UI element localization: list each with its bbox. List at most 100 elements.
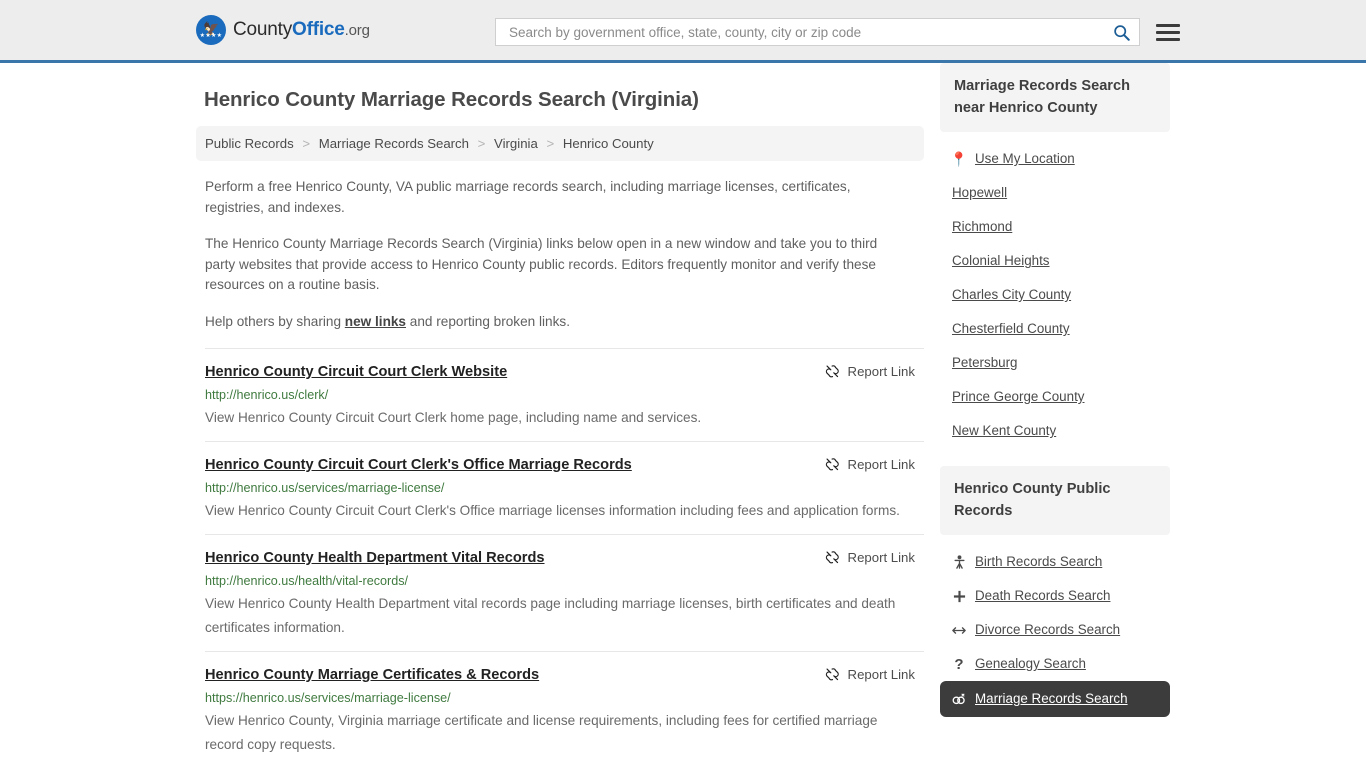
search-input[interactable] [507, 23, 1111, 41]
map-pin-icon: 📍 [950, 150, 968, 167]
new-links-link[interactable]: new links [345, 314, 406, 329]
page-title: Henrico County Marriage Records Search (… [204, 88, 699, 111]
listing-url: https://henrico.us/services/marriage-lic… [205, 691, 451, 705]
listing-item: Henrico County Circuit Court Clerk's Off… [205, 441, 924, 534]
intro-paragraph-2: The Henrico County Marriage Records Sear… [205, 236, 878, 292]
broken-link-icon [825, 458, 839, 471]
listing-item: Henrico County Circuit Court Clerk Websi… [205, 348, 924, 441]
eagle-seal-icon: 🦅 ★★★★ [196, 15, 226, 45]
broken-link-icon [825, 365, 839, 378]
intro-paragraph-3: Help others by sharing new links and rep… [205, 312, 905, 333]
sidebar-item-birth-records-search[interactable]: Birth Records Search [940, 545, 1170, 579]
logo-text-county: County [233, 19, 293, 40]
logo-text: CountyOffice.org [233, 19, 370, 41]
breadcrumb-item-virginia[interactable]: Virginia [494, 136, 538, 151]
listing-url: http://henrico.us/services/marriage-lice… [205, 481, 445, 495]
listing-header: Henrico County Circuit Court Clerk Websi… [205, 362, 924, 382]
sidebar-link-label[interactable]: Petersburg [952, 354, 1018, 372]
sidebar: Marriage Records Search near Henrico Cou… [940, 63, 1170, 735]
listing-header: Henrico County Marriage Certificates & R… [205, 665, 924, 685]
sidebar-link-label[interactable]: Prince George County [952, 388, 1085, 406]
report-link-label: Report Link [847, 457, 915, 472]
report-link-button[interactable]: Report Link [825, 667, 924, 682]
site-header: 🦅 ★★★★ CountyOffice.org [0, 0, 1366, 63]
sidebar-item-prince-george-county[interactable]: Prince George County [940, 380, 1170, 414]
question-mark-icon: ? [954, 655, 964, 673]
breadcrumb-separator: > [302, 136, 311, 151]
sidebar-link-label[interactable]: Richmond [952, 218, 1012, 236]
sidebar-link-label[interactable]: Marriage Records Search [975, 690, 1128, 708]
sidebar-item-divorce-records-search[interactable]: Divorce Records Search [940, 613, 1170, 647]
baby-icon [952, 555, 966, 569]
sidebar-link-label[interactable]: Colonial Heights [952, 252, 1050, 270]
intro-text-after: and reporting broken links. [406, 313, 570, 329]
panel-nearby-list: 📍 Use My Location Hopewell Richmond Colo… [940, 132, 1170, 448]
sidebar-item-death-records-search[interactable]: Death Records Search [940, 579, 1170, 613]
listing-item: Henrico County Health Department Vital R… [205, 534, 924, 651]
breadcrumb-item-public-records[interactable]: Public Records [205, 136, 294, 151]
rings-icon [952, 693, 966, 705]
sidebar-item-chesterfield-county[interactable]: Chesterfield County [940, 312, 1170, 346]
left-right-arrow-icon [952, 625, 966, 636]
sidebar-item-petersburg[interactable]: Petersburg [940, 346, 1170, 380]
sidebar-item-genealogy-search[interactable]: ? Genealogy Search [940, 647, 1170, 681]
hamburger-menu-icon[interactable] [1156, 23, 1180, 41]
content-container: Henrico County Marriage Records Search (… [196, 63, 1170, 768]
intro-text-before: Help others by sharing [205, 313, 345, 329]
logo-text-office: Office [292, 19, 345, 40]
listing-description: View Henrico County Circuit Court Clerk … [205, 410, 702, 425]
sidebar-link-label[interactable]: Use My Location [975, 150, 1075, 168]
cross-icon [952, 590, 966, 603]
panel-public-records: Henrico County Public Records Birth Reco… [940, 466, 1170, 717]
sidebar-link-label[interactable]: Charles City County [952, 286, 1071, 304]
listing-title-link[interactable]: Henrico County Circuit Court Clerk Websi… [205, 362, 507, 382]
sidebar-item-hopewell[interactable]: Hopewell [940, 176, 1170, 210]
breadcrumb: Public Records > Marriage Records Search… [196, 126, 924, 161]
listing-description: View Henrico County Health Department vi… [205, 596, 896, 635]
sidebar-link-label[interactable]: Hopewell [952, 184, 1007, 202]
logo-text-tld: .org [344, 22, 370, 39]
panel-public-records-list: Birth Records Search Death Records Searc… [940, 535, 1170, 717]
panel-nearby-searches: Marriage Records Search near Henrico Cou… [940, 63, 1170, 448]
sidebar-item-marriage-records-search[interactable]: Marriage Records Search [940, 681, 1170, 717]
listing-url: http://henrico.us/health/vital-records/ [205, 574, 409, 588]
breadcrumb-separator: > [546, 136, 555, 151]
site-logo[interactable]: 🦅 ★★★★ CountyOffice.org [196, 15, 370, 45]
sidebar-link-label[interactable]: Death Records Search [975, 587, 1110, 605]
listing-title-link[interactable]: Henrico County Health Department Vital R… [205, 548, 545, 568]
search-icon[interactable] [1111, 22, 1131, 42]
report-link-button[interactable]: Report Link [825, 550, 924, 565]
panel-nearby-title: Marriage Records Search near Henrico Cou… [940, 63, 1170, 132]
sidebar-link-label[interactable]: Birth Records Search [975, 553, 1102, 571]
intro-paragraph-1: Perform a free Henrico County, VA public… [205, 179, 851, 215]
search-box[interactable] [495, 18, 1140, 46]
sidebar-link-label[interactable]: New Kent County [952, 422, 1056, 440]
report-link-button[interactable]: Report Link [825, 457, 924, 472]
broken-link-icon [825, 551, 839, 564]
sidebar-item-new-kent-county[interactable]: New Kent County [940, 414, 1170, 448]
breadcrumb-item-henrico-county: Henrico County [562, 136, 654, 151]
sidebar-link-label[interactable]: Divorce Records Search [975, 621, 1120, 639]
sidebar-link-label[interactable]: Genealogy Search [975, 655, 1086, 673]
listing-header: Henrico County Health Department Vital R… [205, 548, 924, 568]
report-link-label: Report Link [847, 550, 915, 565]
report-link-label: Report Link [847, 667, 915, 682]
listing-description: View Henrico County, Virginia marriage c… [205, 713, 878, 752]
sidebar-item-richmond[interactable]: Richmond [940, 210, 1170, 244]
broken-link-icon [825, 668, 839, 681]
report-link-button[interactable]: Report Link [825, 364, 924, 379]
page-body: Henrico County Marriage Records Search (… [0, 63, 1366, 768]
sidebar-link-label[interactable]: Chesterfield County [952, 320, 1070, 338]
listing-item: Henrico County Marriage Certificates & R… [205, 651, 924, 768]
panel-public-records-title: Henrico County Public Records [940, 466, 1170, 535]
sidebar-item-charles-city-county[interactable]: Charles City County [940, 278, 1170, 312]
sidebar-item-colonial-heights[interactable]: Colonial Heights [940, 244, 1170, 278]
header-search-area [495, 18, 1180, 46]
sidebar-item-use-my-location[interactable]: 📍 Use My Location [940, 142, 1170, 176]
breadcrumb-item-marriage-records-search[interactable]: Marriage Records Search [319, 136, 469, 151]
listing-title-link[interactable]: Henrico County Marriage Certificates & R… [205, 665, 539, 685]
listing-title-link[interactable]: Henrico County Circuit Court Clerk's Off… [205, 455, 632, 475]
listing-url: http://henrico.us/clerk/ [205, 388, 329, 402]
listing-header: Henrico County Circuit Court Clerk's Off… [205, 455, 924, 475]
report-link-label: Report Link [847, 364, 915, 379]
